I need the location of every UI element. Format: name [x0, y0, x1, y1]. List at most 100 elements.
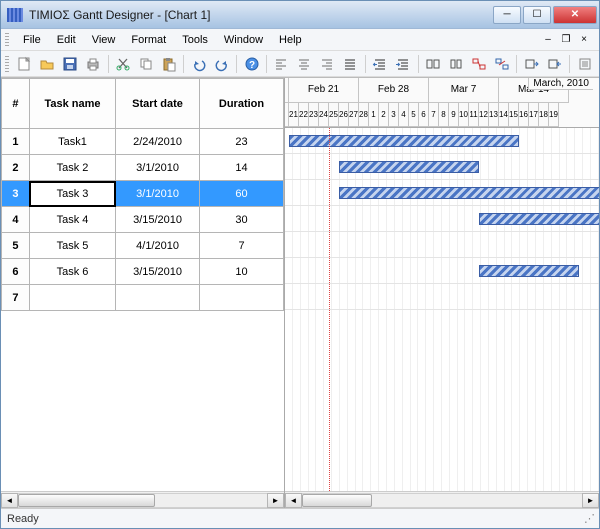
menu-tools[interactable]: Tools — [174, 32, 216, 48]
gantt-bar[interactable] — [479, 265, 579, 277]
align-center-button[interactable] — [294, 53, 315, 75]
table-row[interactable]: 2Task 23/1/201014 — [2, 155, 284, 181]
gantt-row[interactable] — [285, 180, 599, 206]
row-number[interactable]: 6 — [2, 259, 30, 285]
new-button[interactable] — [14, 53, 35, 75]
start-cell[interactable]: 4/1/2010 — [116, 233, 200, 259]
menu-file[interactable]: File — [15, 32, 49, 48]
left-scrollbar[interactable]: ◄ ► — [1, 491, 284, 508]
start-cell[interactable]: 2/24/2010 — [116, 129, 200, 155]
justify-button[interactable] — [340, 53, 361, 75]
row-number[interactable]: 3 — [2, 181, 30, 207]
row-number[interactable]: 7 — [2, 285, 30, 311]
table-row[interactable]: 7 — [2, 285, 284, 311]
gripper-icon[interactable] — [5, 33, 9, 47]
resize-grip-icon[interactable]: ⋰ — [584, 512, 593, 525]
col-task[interactable]: Task name — [29, 79, 115, 129]
gantt-bar[interactable] — [479, 213, 599, 225]
undo-button[interactable] — [188, 53, 209, 75]
menu-help[interactable]: Help — [271, 32, 310, 48]
menu-format[interactable]: Format — [123, 32, 174, 48]
row-number[interactable]: 1 — [2, 129, 30, 155]
name-cell[interactable]: Task 6 — [29, 259, 115, 285]
duration-cell[interactable]: 14 — [200, 155, 284, 181]
toolbar-gripper-icon[interactable] — [5, 56, 9, 72]
goto-date-button[interactable] — [544, 53, 565, 75]
link-button[interactable] — [468, 53, 489, 75]
mdi-minimize-icon[interactable]: – — [541, 33, 555, 47]
right-scrollbar[interactable]: ◄ ► — [285, 491, 599, 508]
duration-cell[interactable]: 23 — [200, 129, 284, 155]
scroll-right-icon[interactable]: ► — [582, 493, 599, 508]
menu-view[interactable]: View — [84, 32, 124, 48]
duration-cell[interactable]: 60 — [200, 181, 284, 207]
gantt-row[interactable] — [285, 154, 599, 180]
zoom-out-button[interactable] — [445, 53, 466, 75]
minimize-button[interactable]: ─ — [493, 6, 521, 24]
table-row[interactable]: 3Task 33/1/201060 — [2, 181, 284, 207]
paste-button[interactable] — [158, 53, 179, 75]
scroll-right-icon[interactable]: ► — [267, 493, 284, 508]
redo-button[interactable] — [211, 53, 232, 75]
mdi-close-icon[interactable]: × — [577, 33, 591, 47]
indent-left-button[interactable] — [370, 53, 391, 75]
row-number[interactable]: 2 — [2, 155, 30, 181]
duration-cell[interactable]: 10 — [200, 259, 284, 285]
unlink-button[interactable] — [491, 53, 512, 75]
gantt-body[interactable] — [285, 128, 599, 491]
name-cell[interactable]: Task 2 — [29, 155, 115, 181]
task-grid[interactable]: # Task name Start date Duration 1Task12/… — [1, 78, 284, 311]
gantt-row[interactable] — [285, 232, 599, 258]
close-button[interactable]: ✕ — [553, 6, 597, 24]
menu-window[interactable]: Window — [216, 32, 271, 48]
cut-button[interactable] — [112, 53, 133, 75]
gantt-bar[interactable] — [339, 187, 599, 199]
indent-right-button[interactable] — [393, 53, 414, 75]
menu-edit[interactable]: Edit — [49, 32, 84, 48]
name-cell[interactable] — [29, 285, 115, 311]
goto-task-button[interactable] — [521, 53, 542, 75]
name-cell[interactable]: Task 4 — [29, 207, 115, 233]
gantt-bar[interactable] — [289, 135, 519, 147]
table-row[interactable]: 6Task 63/15/201010 — [2, 259, 284, 285]
table-row[interactable]: 1Task12/24/201023 — [2, 129, 284, 155]
row-number[interactable]: 4 — [2, 207, 30, 233]
start-cell[interactable]: 3/15/2010 — [116, 207, 200, 233]
scroll-left-icon[interactable]: ◄ — [285, 493, 302, 508]
start-cell[interactable]: 3/1/2010 — [116, 181, 200, 207]
align-left-button[interactable] — [271, 53, 292, 75]
duration-cell[interactable]: 7 — [200, 233, 284, 259]
maximize-button[interactable]: ☐ — [523, 6, 551, 24]
col-start[interactable]: Start date — [116, 79, 200, 129]
row-number[interactable]: 5 — [2, 233, 30, 259]
gantt-row[interactable] — [285, 206, 599, 232]
gantt-row[interactable] — [285, 128, 599, 154]
zoom-in-button[interactable] — [423, 53, 444, 75]
copy-button[interactable] — [135, 53, 156, 75]
gantt-bar[interactable] — [339, 161, 479, 173]
start-cell[interactable]: 3/15/2010 — [116, 259, 200, 285]
duration-cell[interactable] — [200, 285, 284, 311]
gantt-row[interactable] — [285, 284, 599, 310]
mdi-restore-icon[interactable]: ❐ — [559, 33, 573, 47]
start-cell[interactable] — [116, 285, 200, 311]
print-button[interactable] — [83, 53, 104, 75]
titlebar[interactable]: ΤΙΜΙΟΣ Gantt Designer - [Chart 1] ─ ☐ ✕ — [1, 1, 599, 29]
day-header: 18 — [539, 103, 549, 128]
duration-cell[interactable]: 30 — [200, 207, 284, 233]
scroll-left-icon[interactable]: ◄ — [1, 493, 18, 508]
table-row[interactable]: 5Task 54/1/20107 — [2, 233, 284, 259]
gantt-row[interactable] — [285, 258, 599, 284]
options-button[interactable] — [574, 53, 595, 75]
start-cell[interactable]: 3/1/2010 — [116, 155, 200, 181]
col-num[interactable]: # — [2, 79, 30, 129]
name-cell[interactable]: Task 3 — [29, 181, 115, 207]
save-button[interactable] — [60, 53, 81, 75]
col-duration[interactable]: Duration — [200, 79, 284, 129]
name-cell[interactable]: Task1 — [29, 129, 115, 155]
table-row[interactable]: 4Task 43/15/201030 — [2, 207, 284, 233]
name-cell[interactable]: Task 5 — [29, 233, 115, 259]
open-button[interactable] — [37, 53, 58, 75]
align-right-button[interactable] — [317, 53, 338, 75]
help-button[interactable]: ? — [241, 53, 262, 75]
